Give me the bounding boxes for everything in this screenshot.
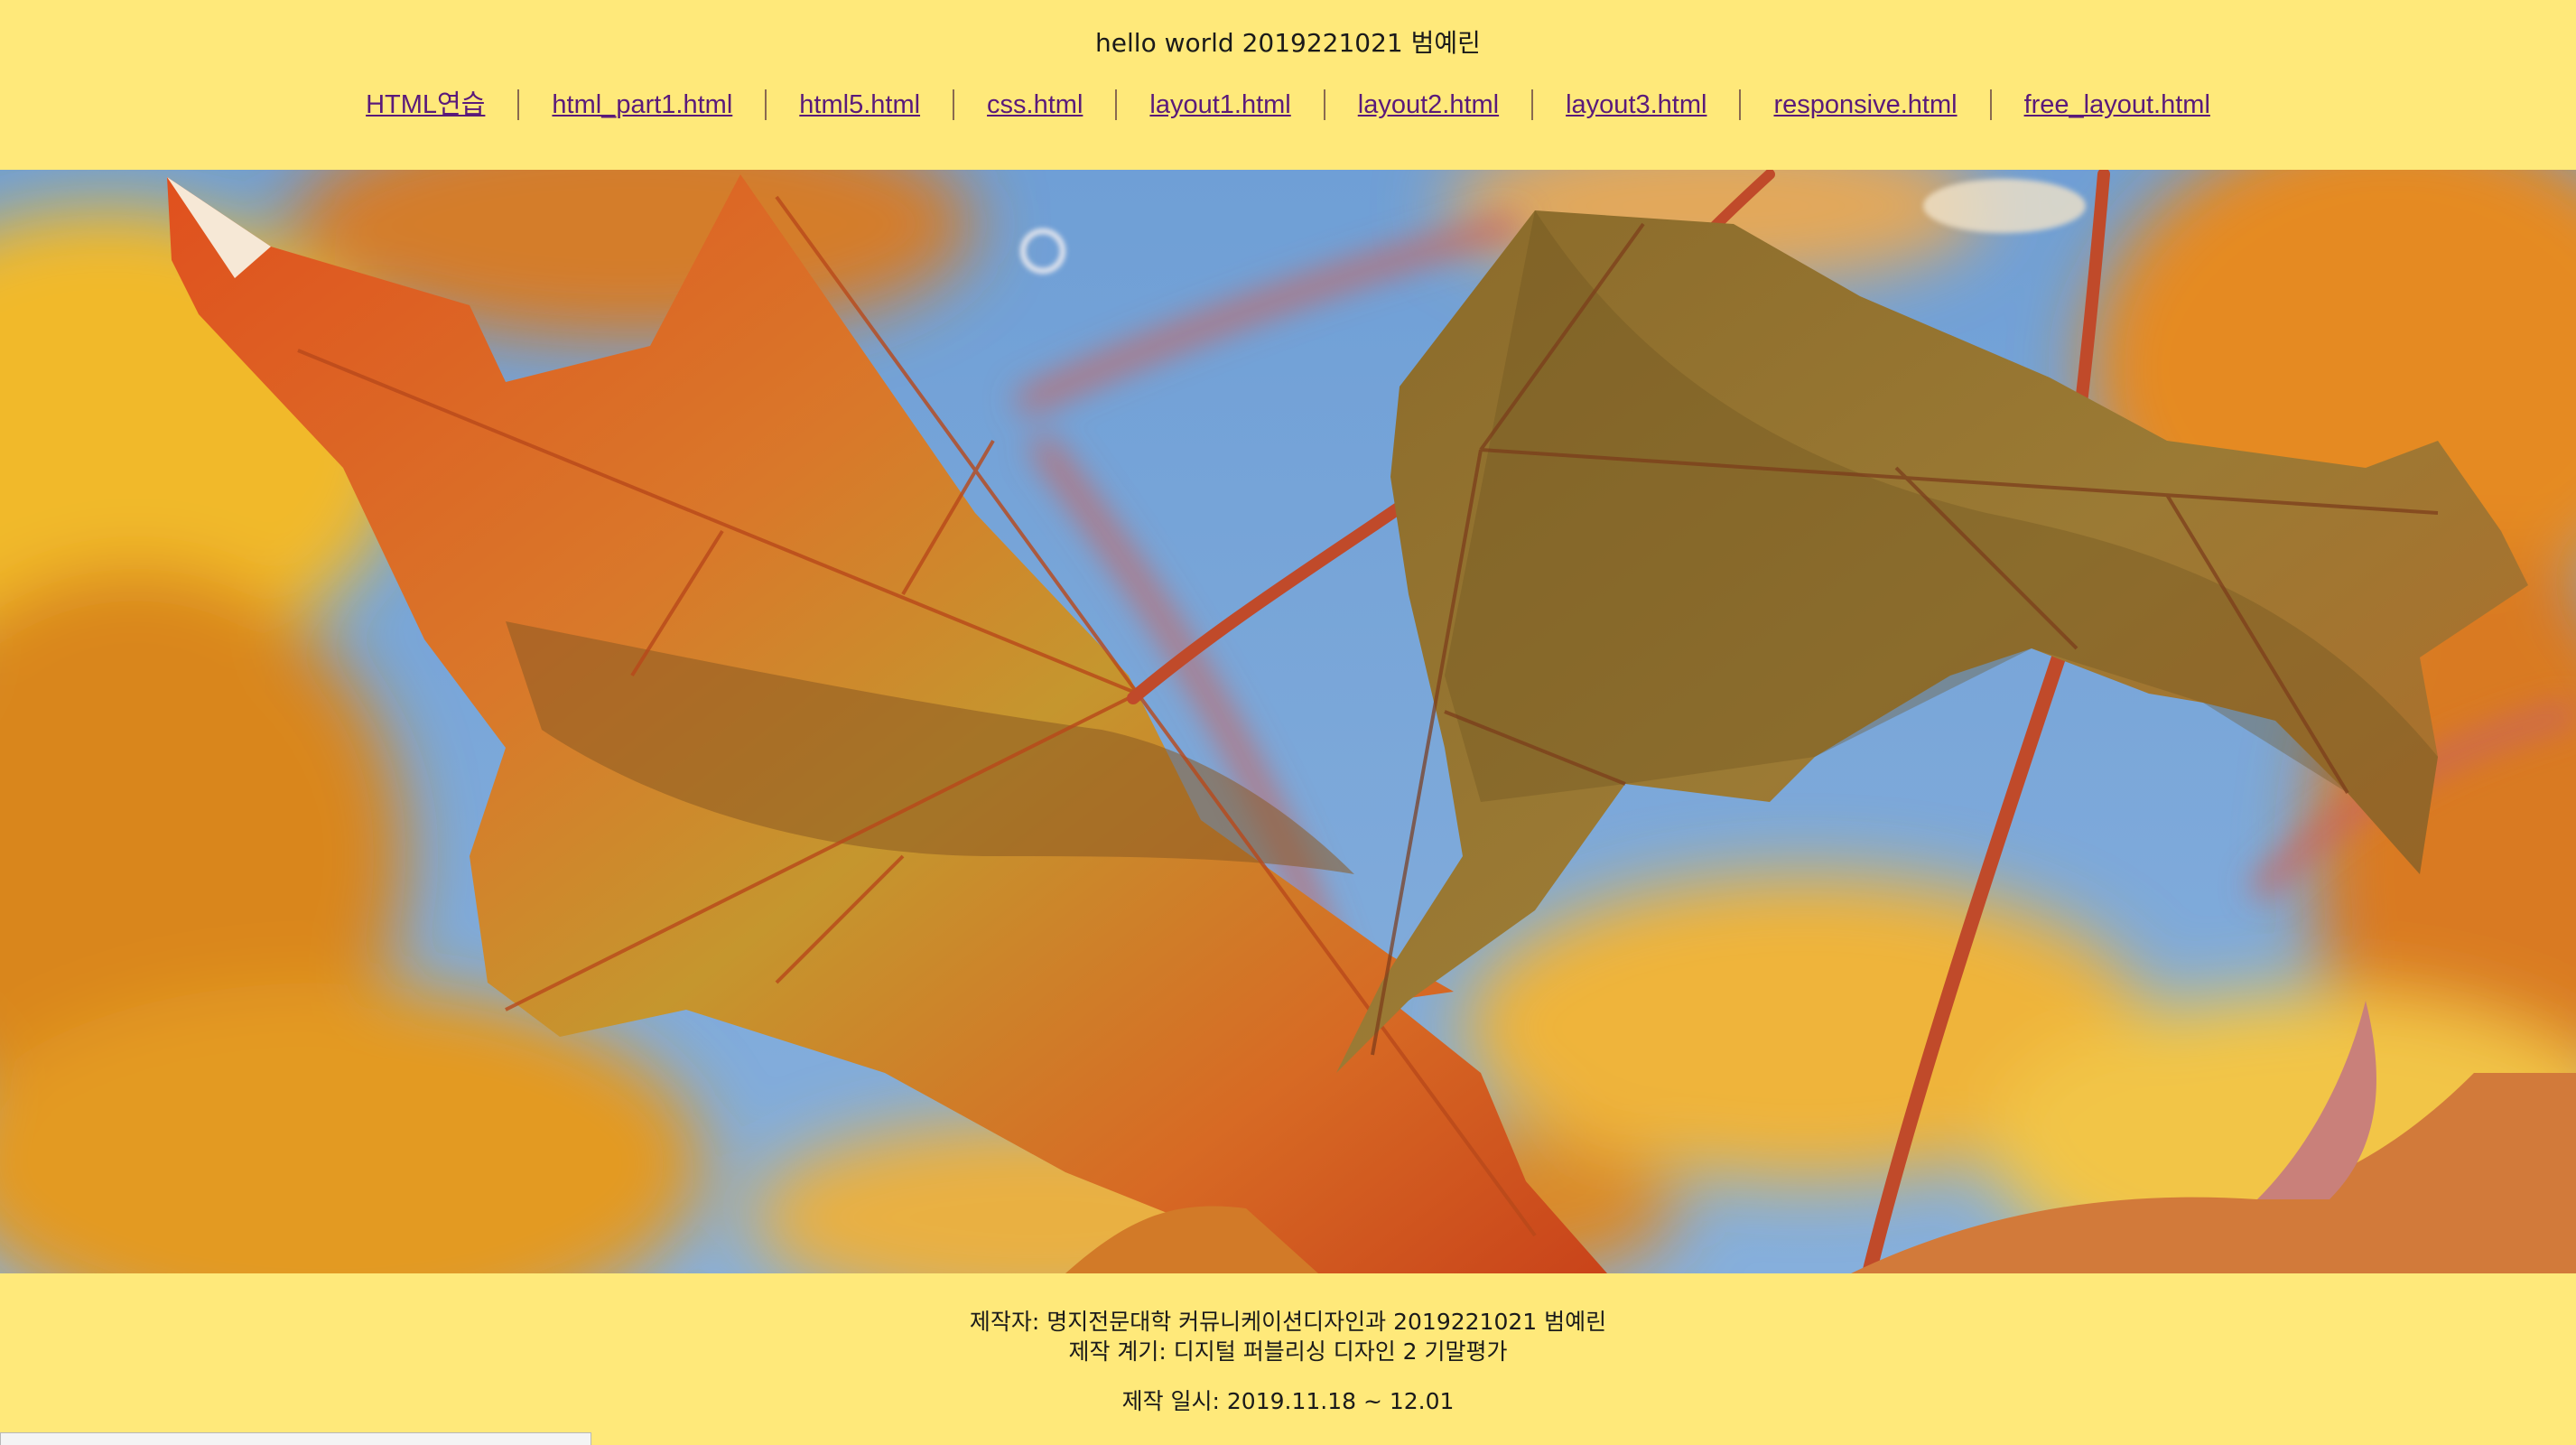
nav-link-html5[interactable]: html5.html	[767, 85, 953, 125]
footer-date: 제작 일시: 2019.11.18 ~ 12.01	[1121, 1388, 1455, 1414]
site-header: hello world 2019221021 범예린 HTML연습 html_p…	[0, 0, 2576, 170]
nav-link-layout1[interactable]: layout1.html	[1117, 85, 1323, 125]
footer-author: 제작자: 명지전문대학 커뮤니케이션디자인과 2019221021 범예린	[969, 1309, 1607, 1335]
nav-link-html-part1[interactable]: html_part1.html	[519, 85, 765, 125]
nav-link-layout2[interactable]: layout2.html	[1325, 85, 1531, 125]
nav-link-responsive[interactable]: responsive.html	[1741, 85, 1989, 125]
nav-link-free-layout[interactable]: free_layout.html	[1992, 85, 2243, 125]
main-nav: HTML연습 html_part1.html html5.html css.ht…	[0, 85, 2576, 125]
nav-link-layout3[interactable]: layout3.html	[1533, 85, 1739, 125]
browser-status-bar	[0, 1432, 591, 1445]
autumn-leaves-illustration	[0, 170, 2576, 1273]
hero-image	[0, 170, 2576, 1273]
footer-reason: 제작 계기: 디지털 퍼블리싱 디자인 2 기말평가	[1068, 1338, 1508, 1365]
page-title: hello world 2019221021 범예린	[1095, 28, 1481, 58]
nav-link-css[interactable]: css.html	[954, 85, 1115, 125]
site-footer: 제작자: 명지전문대학 커뮤니케이션디자인과 2019221021 범예린 제작…	[0, 1273, 2576, 1445]
nav-link-html-practice[interactable]: HTML연습	[333, 85, 517, 125]
